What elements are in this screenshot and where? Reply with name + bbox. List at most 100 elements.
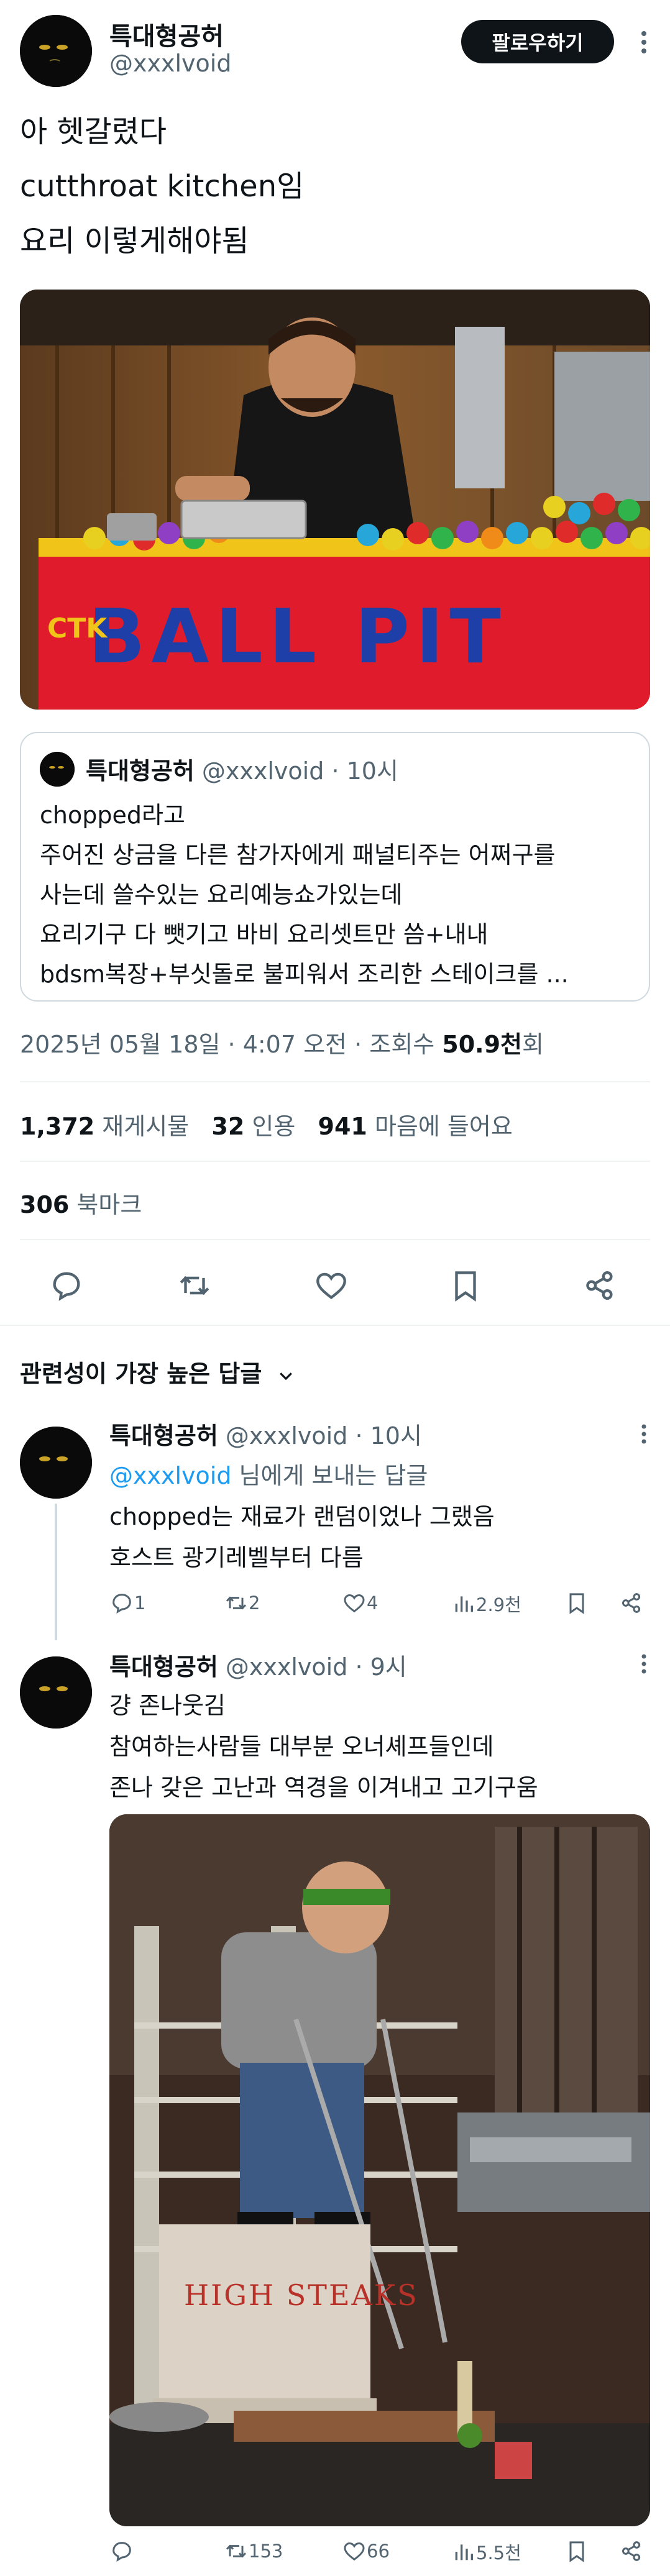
retweet-action[interactable]: 2 (224, 1591, 260, 1615)
like-count: 4 (367, 1592, 379, 1614)
quoted-text-line: 요리기구 다 뺏기고 바비 요리셋트만 씀+내내 (40, 921, 489, 948)
tweet-text-line: 요리 이렇게해야됨 (20, 224, 249, 258)
tweet-text-line: cutthroat kitchen임 (20, 169, 305, 204)
views-suffix: 회 (521, 1031, 544, 1058)
reply-text-line: 참여하는사람들 대부분 오너셰프들인데 (109, 1733, 494, 1760)
retweets-count: 1,372 (20, 1113, 95, 1140)
reply-author-name[interactable]: 특대형공허 (109, 1653, 218, 1681)
bookmark-icon[interactable] (564, 2539, 589, 2566)
retweet-icon (226, 2544, 247, 2558)
views-count: 50.9천 (442, 1031, 522, 1058)
quoted-text-line: 사는데 쓸수있는 요리예능쇼가있는데 (40, 881, 403, 908)
quotes-count: 32 (211, 1113, 245, 1140)
ball-pit-image: BALL PIT CTK (20, 290, 650, 710)
replying-to-handle[interactable]: @xxxlvoid (109, 1462, 231, 1489)
reply-avatar[interactable] (20, 1656, 92, 1729)
replies-header: 관련성이 가장 높은 답글 (20, 1360, 262, 1387)
author-avatar[interactable] (20, 15, 92, 87)
author-handle[interactable]: @xxxlvoid (109, 50, 231, 77)
like-action[interactable]: 66 (342, 2539, 390, 2564)
divider (20, 1081, 650, 1082)
high-steaks-sign: HIGH STEAKS (184, 2278, 419, 2312)
tweet-timestamp[interactable]: 2025년 05월 18일 · 4:07 오전 · (20, 1031, 362, 1058)
quoted-avatar (40, 752, 75, 787)
high-steaks-image: HIGH STEAKS (109, 1814, 650, 2526)
like-icon (344, 2542, 365, 2561)
like-icon (344, 1594, 365, 1613)
ctk-sign: CTK (47, 613, 108, 644)
quoted-author: 특대형공허 @xxxlvoid · 10시 (86, 752, 398, 786)
retweet-icon (226, 1596, 247, 1610)
reply-author-name[interactable]: 특대형공허 (109, 1422, 218, 1450)
engagement-stats: 1,372 재게시물 32 인용 941 마음에 들어요 (20, 1107, 513, 1141)
chevron-down-icon (279, 1372, 292, 1380)
reply-author-handle[interactable]: @xxxlvoid (226, 1653, 347, 1681)
reply-count: 1 (134, 1592, 146, 1614)
quotes-stat[interactable]: 32 인용 (211, 1113, 295, 1140)
quoted-author-name: 특대형공허 (86, 757, 195, 785)
reply-icon (112, 1594, 131, 1614)
divider (20, 1239, 650, 1240)
quoted-text-line: bdsm복장+부싯돌로 불피워서 조리한 스테이크를 ... (40, 961, 569, 988)
share-icon[interactable] (582, 1267, 618, 1306)
quoted-text-line: 주어진 상금을 다른 참가자에게 패널티주는 어쩌구를 (40, 841, 556, 869)
more-icon[interactable] (636, 1651, 651, 1679)
replies-sort-dropdown[interactable]: 관련성이 가장 높은 답글 (20, 1354, 295, 1389)
reply-action[interactable]: 1 (109, 1591, 145, 1615)
retweet-count: 2 (249, 1592, 260, 1614)
bookmarks-label: 북마크 (76, 1191, 142, 1218)
reply-author-row: 특대형공허 @xxxlvoid · 9시 (109, 1648, 407, 1682)
more-icon[interactable] (636, 27, 651, 57)
retweet-count: 153 (249, 2541, 283, 2562)
retweets-label: 재게시물 (102, 1113, 190, 1140)
views-icon (455, 2544, 473, 2560)
views-action[interactable]: 5.5천 (451, 2539, 521, 2565)
reply-time[interactable]: · 9시 (355, 1653, 406, 1681)
views-action[interactable]: 2.9천 (451, 1591, 521, 1617)
likes-count: 941 (318, 1113, 367, 1140)
divider (20, 1161, 650, 1162)
ball-pit-sign: BALL PIT (88, 594, 507, 680)
reply-media-photo[interactable]: HIGH STEAKS (109, 1814, 650, 2526)
reply-author-row: 특대형공허 @xxxlvoid · 10시 (109, 1417, 422, 1451)
avatar-face-icon (20, 15, 92, 87)
retweet-icon[interactable] (177, 1267, 213, 1306)
share-icon[interactable] (619, 2539, 644, 2566)
reply-action[interactable] (109, 2539, 134, 2564)
likes-label: 마음에 들어요 (374, 1113, 513, 1140)
share-icon[interactable] (619, 1591, 644, 1618)
reply-text-line: 존나 갖은 고난과 역경을 이겨내고 고기구움 (109, 1774, 538, 1801)
retweets-stat[interactable]: 1,372 재게시물 (20, 1113, 189, 1140)
tweet-text: 아 헷갈렸다 cutthroat kitchen임 요리 이렇게해야됨 (20, 104, 304, 268)
reply-text-line: chopped는 재료가 랜덤이었나 그랬음 (109, 1503, 495, 1530)
retweet-action[interactable]: 153 (224, 2539, 283, 2564)
like-icon[interactable] (313, 1267, 349, 1306)
bookmarks-stat[interactable]: 306 북마크 (20, 1185, 142, 1220)
quoted-text: chopped라고 주어진 상금을 다른 참가자에게 패널티주는 어쩌구를 사는… (40, 795, 633, 994)
more-icon[interactable] (636, 1422, 651, 1449)
like-count: 66 (367, 2541, 390, 2562)
author-name[interactable]: 특대형공허 (109, 16, 224, 52)
reply-time[interactable]: · 10시 (355, 1422, 421, 1450)
tweet-media-photo[interactable]: BALL PIT CTK (20, 290, 650, 710)
follow-button[interactable]: 팔로우하기 (461, 20, 614, 63)
bookmark-icon[interactable] (447, 1267, 484, 1306)
tweet-timestamp-row: 2025년 05월 18일 · 4:07 오전 · 조회수 50.9천회 (20, 1025, 544, 1059)
reply-author-handle[interactable]: @xxxlvoid (226, 1422, 347, 1450)
tweet-text-line: 아 헷갈렸다 (20, 114, 167, 149)
reply-text-line: 걍 존나웃김 (109, 1692, 226, 1719)
views-count: 5.5천 (476, 2542, 521, 2564)
reply-text: 걍 존나웃김 참여하는사람들 대부분 오너셰프들인데 존나 갖은 고난과 역경을… (109, 1685, 538, 1808)
quoted-author-handle: @xxxlvoid (201, 757, 324, 785)
reply-icon[interactable] (48, 1267, 85, 1306)
reply-avatar[interactable] (20, 1427, 92, 1499)
quoted-tweet[interactable]: 특대형공허 @xxxlvoid · 10시 chopped라고 주어진 상금을 … (20, 732, 650, 1002)
views-count: 2.9천 (476, 1594, 521, 1615)
reply-icon (112, 2542, 131, 2562)
replying-to-suffix: 님에게 보내는 답글 (239, 1462, 428, 1489)
quoted-time: · 10시 (331, 757, 398, 785)
bookmark-icon[interactable] (564, 1591, 589, 1618)
like-action[interactable]: 4 (342, 1591, 378, 1615)
replying-to: @xxxlvoid 님에게 보내는 답글 (109, 1456, 428, 1491)
likes-stat[interactable]: 941 마음에 들어요 (318, 1113, 513, 1140)
